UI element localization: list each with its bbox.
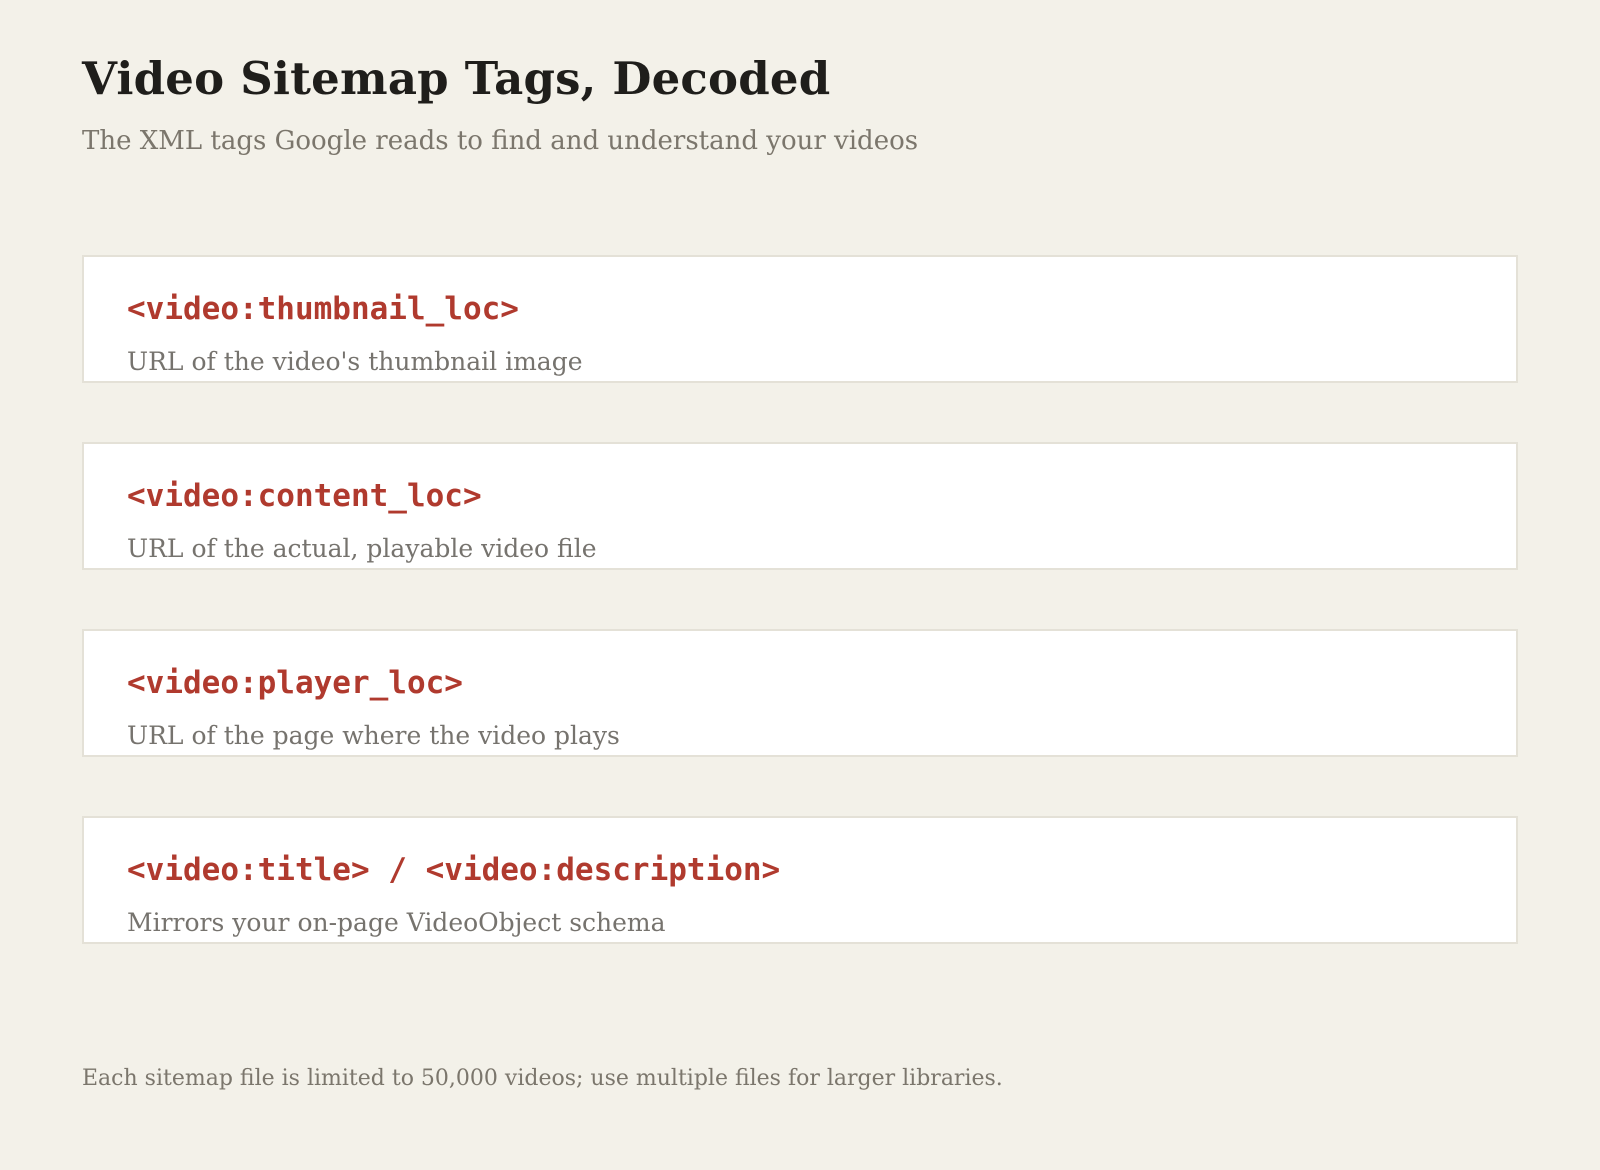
tag-list: <video:thumbnail_loc> URL of the video's…	[82, 255, 1518, 1003]
tag-description: URL of the page where the video plays	[127, 721, 620, 750]
tag-description: URL of the actual, playable video file	[127, 534, 597, 563]
tag-card-player-loc: <video:player_loc> URL of the page where…	[82, 629, 1518, 757]
tag-name: <video:content_loc>	[127, 478, 482, 514]
tag-description: URL of the video's thumbnail image	[127, 347, 583, 376]
page-subtitle: The XML tags Google reads to find and un…	[82, 126, 919, 156]
page-title: Video Sitemap Tags, Decoded	[82, 52, 831, 105]
footnote: Each sitemap file is limited to 50,000 v…	[82, 1066, 1003, 1091]
tag-description: Mirrors your on-page VideoObject schema	[127, 908, 666, 937]
tag-card-title-description: <video:title> / <video:description> Mirr…	[82, 816, 1518, 944]
tag-name: <video:title> / <video:description>	[127, 852, 781, 888]
tag-name: <video:thumbnail_loc>	[127, 291, 519, 327]
tag-card-thumbnail-loc: <video:thumbnail_loc> URL of the video's…	[82, 255, 1518, 383]
tag-name: <video:player_loc>	[127, 665, 463, 701]
tag-card-content-loc: <video:content_loc> URL of the actual, p…	[82, 442, 1518, 570]
